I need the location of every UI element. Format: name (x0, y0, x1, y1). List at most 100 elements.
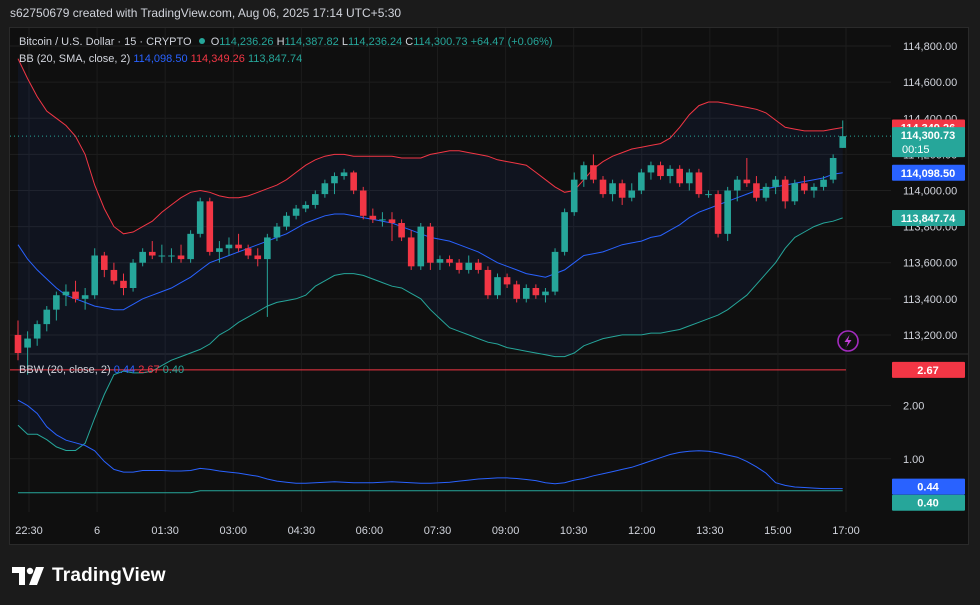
time-tick-label: 6 (94, 525, 100, 537)
candle (570, 172, 578, 216)
candle-body (551, 251, 559, 292)
brand-name: TradingView (52, 565, 166, 586)
candle (187, 230, 194, 263)
candle-body (494, 277, 501, 296)
candle-body (590, 165, 597, 180)
candle-body (686, 172, 693, 184)
candle (206, 197, 214, 256)
bb-lower-badge: 113,847.74 (892, 209, 965, 226)
candle-body (101, 255, 108, 270)
candle-body (791, 183, 799, 202)
bbw-tick-label: 1.00 (903, 454, 924, 466)
candle (829, 154, 837, 184)
candle-body (647, 165, 655, 173)
candle-body (666, 168, 674, 177)
high-value: 114,387.82 (284, 36, 339, 48)
time-tick-label: 22:30 (15, 525, 43, 537)
candle (91, 248, 99, 299)
candle-body (714, 194, 722, 234)
candle-body (427, 226, 434, 263)
bb-legend[interactable]: BB (20, SMA, close, 2) 114,098.50 114,34… (19, 53, 302, 65)
last-price-badge-countdown: 00:15 (902, 144, 930, 156)
candle (695, 168, 703, 198)
candle-body (14, 334, 22, 353)
candle-body (638, 172, 645, 191)
change-value: +64.47 (+0.06%) (470, 36, 553, 48)
candle-body (196, 201, 204, 234)
candle-body (187, 233, 194, 260)
candle-body (33, 324, 41, 339)
candle-body (743, 179, 751, 184)
candle (791, 179, 799, 205)
candle-body (753, 183, 760, 198)
bb-lower-badge-text: 113,847.74 (901, 213, 956, 225)
candle-body (532, 288, 540, 296)
time-tick-label: 06:00 (356, 525, 384, 537)
candle (494, 273, 501, 299)
bbw-pane (10, 369, 846, 494)
bbw-value-3: 0.40 (162, 364, 185, 376)
time-tick-label: 15:00 (764, 525, 792, 537)
price-tick-label: 113,600.00 (903, 258, 957, 270)
candle-body (542, 291, 549, 296)
price-tick-label: 113,200.00 (903, 330, 957, 342)
candle-body (24, 338, 31, 348)
candle-body (407, 237, 415, 267)
candle-body (455, 262, 463, 270)
bbw-value-badge: 0.44 (892, 478, 965, 495)
candle-body (762, 186, 770, 198)
chart-credit: s62750679 created with TradingView.com, … (10, 6, 402, 20)
candle (551, 248, 559, 296)
symbol-label[interactable]: Bitcoin / U.S. Dollar · 15 · CRYPTO (19, 36, 192, 48)
candle (417, 223, 425, 270)
candle-body (340, 172, 348, 177)
time-tick-label: 09:00 (492, 525, 520, 537)
bbw-name: BBW (20, close, 2) (19, 364, 111, 376)
market-status-dot (198, 38, 205, 44)
candle (484, 266, 492, 299)
candle-body (705, 194, 712, 196)
time-tick-label: 04:30 (288, 525, 316, 537)
candle-body (436, 259, 444, 263)
bbw-value-1: 0.44 (113, 364, 136, 376)
time-tick-label: 10:30 (560, 525, 588, 537)
open-value: 114,236.26 (219, 36, 274, 48)
candle-body (570, 179, 578, 213)
candle-body (235, 244, 242, 249)
alert-icon[interactable] (837, 330, 859, 352)
candle-body (733, 179, 741, 191)
bb-basis-badge: 114,098.50 (892, 164, 965, 181)
candle-body (81, 295, 89, 299)
tradingview-logo[interactable]: TradingView (12, 565, 166, 587)
candle-body (618, 183, 626, 198)
time-tick-label: 07:30 (424, 525, 452, 537)
candle (714, 190, 722, 238)
candle-body (580, 165, 588, 180)
candle-body (724, 190, 731, 234)
candle-body (522, 288, 530, 299)
candle (359, 186, 367, 220)
chart-frame[interactable]: 113,200.00 113,400.00 113,600.00 113,800.00… (9, 27, 969, 545)
open-label: O (210, 36, 220, 48)
candle-body (781, 179, 789, 202)
bbw-legend[interactable]: BBW (20, close, 2) 0.44 2.67 0.40 (19, 364, 184, 376)
last-price-badge-text: 114,300.73 (901, 130, 955, 142)
candle-body (417, 226, 425, 267)
candle-body (657, 165, 664, 177)
bb-basis-badge-text: 114,098.50 (901, 168, 955, 180)
candle-body (484, 269, 492, 296)
candle-body (599, 179, 607, 195)
bbw-value-badge-text: 0.44 (917, 482, 939, 494)
bbw-line (17, 399, 843, 490)
candle-body (465, 262, 473, 270)
candle (129, 259, 137, 292)
candle-body (331, 176, 338, 184)
candle-body (139, 251, 146, 263)
candle-body (513, 284, 520, 299)
chart-canvas[interactable]: 113,200.00113,400.00113,600.00113,800.00… (10, 28, 969, 545)
candle-body (369, 215, 377, 220)
candle-body (503, 277, 511, 285)
low-value: 114,236.24 (347, 36, 403, 48)
candle-body (216, 248, 223, 252)
time-tick-label: 12:00 (628, 525, 656, 537)
